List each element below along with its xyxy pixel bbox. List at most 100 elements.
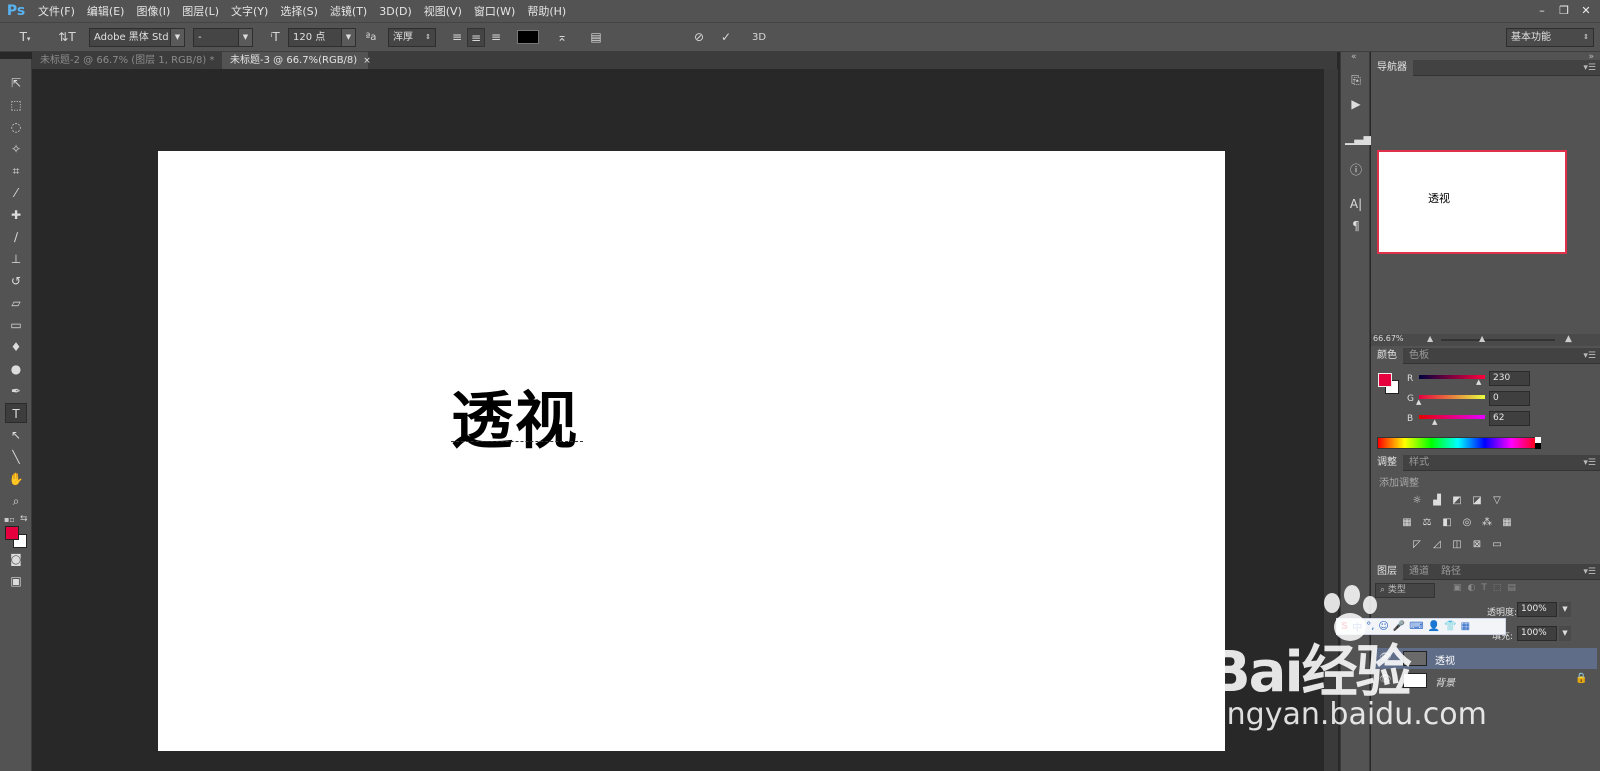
close-button[interactable]: ✕ <box>1576 3 1596 19</box>
document-canvas[interactable] <box>158 151 1225 751</box>
visibility-eye-icon[interactable]: 👁 <box>1379 674 1392 685</box>
tab-adjustments[interactable]: 调整 <box>1371 455 1403 471</box>
screen-mode-icon[interactable]: ▣ <box>5 571 27 591</box>
menu-window[interactable]: 窗口(W) <box>468 3 521 19</box>
tab-navigator[interactable]: 导航器 <box>1371 60 1413 76</box>
eraser-tool-icon[interactable]: ▱ <box>5 293 27 313</box>
levels-icon[interactable]: ▟ <box>1429 494 1445 508</box>
info-panel-icon[interactable]: ⓘ <box>1345 160 1367 180</box>
healing-brush-tool-icon[interactable]: ✚ <box>5 205 27 225</box>
layer-row-background[interactable]: 👁 背景 🔒 <box>1375 670 1597 691</box>
default-colors-icon[interactable]: ▪▫ <box>4 515 15 524</box>
channel-g-slider[interactable] <box>1419 395 1485 399</box>
type-tool-icon[interactable]: T <box>5 403 27 423</box>
photo-filter-icon[interactable]: ◎ <box>1459 516 1475 530</box>
marquee-tool-icon[interactable]: ⬚ <box>5 95 27 115</box>
channel-b-slider[interactable] <box>1419 415 1485 419</box>
ime-chinese-icon[interactable]: 中 <box>1352 619 1362 634</box>
invert-icon[interactable]: ◸ <box>1409 538 1425 552</box>
tab-swatches[interactable]: 色板 <box>1403 348 1435 364</box>
zoom-slider-thumb[interactable]: ▲ <box>1479 334 1485 343</box>
minimize-button[interactable]: – <box>1532 3 1552 19</box>
tab-layers[interactable]: 图层 <box>1371 564 1403 580</box>
visibility-eye-icon[interactable]: 👁 <box>1379 652 1392 663</box>
warp-text-icon[interactable]: ⌅ <box>553 28 571 47</box>
navigator-zoom-value[interactable]: 66.67% <box>1373 334 1404 343</box>
menu-3d[interactable]: 3D(D) <box>373 5 418 18</box>
channel-r-thumb[interactable]: ▲ <box>1476 378 1481 386</box>
navigator-thumbnail[interactable]: 透视 <box>1377 150 1567 254</box>
ime-user-icon[interactable]: 👤 <box>1428 621 1440 632</box>
layer-filter-select[interactable]: ⌕ 类型 <box>1375 583 1435 598</box>
history-panel-icon[interactable]: ⎘ <box>1345 70 1367 90</box>
pen-tool-icon[interactable]: ✒ <box>5 381 27 401</box>
hand-tool-icon[interactable]: ✋ <box>5 469 27 489</box>
ime-skin-icon[interactable]: 👕 <box>1444 621 1456 632</box>
character-panel-toggle-icon[interactable]: ▤ <box>587 28 605 47</box>
menu-layer[interactable]: 图层(L) <box>176 3 225 19</box>
font-size-select[interactable]: 120 点 ▼ <box>288 28 356 47</box>
cancel-edit-icon[interactable]: ⊘ <box>690 28 708 47</box>
layer-filter-icons[interactable]: ▣◐T⬚▤ <box>1453 583 1522 593</box>
tab-styles[interactable]: 样式 <box>1403 455 1435 471</box>
collapse-dock-icon[interactable]: « <box>1351 52 1357 62</box>
chevron-down-icon[interactable]: ▼ <box>1559 626 1571 641</box>
clone-stamp-tool-icon[interactable]: ⊥ <box>5 249 27 269</box>
vertical-scrollbar[interactable] <box>1324 69 1338 771</box>
hue-saturation-icon[interactable]: ▦ <box>1399 516 1415 530</box>
ime-keyboard-icon[interactable]: ⌨ <box>1409 621 1423 632</box>
menu-select[interactable]: 选择(S) <box>274 3 324 19</box>
actions-panel-icon[interactable]: ▶ <box>1345 94 1367 114</box>
zoom-tool-icon[interactable]: ⌕ <box>5 491 27 511</box>
brush-tool-icon[interactable]: ∕ <box>5 227 27 247</box>
history-brush-tool-icon[interactable]: ↺ <box>5 271 27 291</box>
magic-wand-tool-icon[interactable]: ✧ <box>5 139 27 159</box>
ime-voice-icon[interactable]: 🎤 <box>1393 621 1405 632</box>
channel-b-thumb[interactable]: ▲ <box>1432 418 1437 426</box>
selective-color-icon[interactable]: ⊠ <box>1469 538 1485 552</box>
gradient-map-icon[interactable]: ▭ <box>1489 538 1505 552</box>
menu-type[interactable]: 文字(Y) <box>225 3 274 19</box>
align-right-icon[interactable]: ≡ <box>488 28 504 47</box>
color-spectrum-bar[interactable] <box>1377 437 1539 449</box>
navigator-zoom-slider[interactable] <box>1441 339 1555 341</box>
type-tool-preset-icon[interactable]: T▾ <box>14 28 36 47</box>
tab-document-3[interactable]: 未标题-3 @ 66.7%(RGB/8) × <box>222 52 371 69</box>
color-balance-icon[interactable]: ⚖ <box>1419 516 1435 530</box>
align-center-icon[interactable]: ≡ <box>467 28 485 47</box>
histogram-panel-icon[interactable]: ▁▃▅ <box>1345 128 1373 148</box>
channel-g-thumb[interactable]: ▲ <box>1416 398 1421 406</box>
menu-file[interactable]: 文件(F) <box>32 3 81 19</box>
foreground-color-swatch[interactable] <box>5 526 19 540</box>
channel-g-field[interactable]: 0 <box>1489 391 1530 406</box>
vibrance-icon[interactable]: ▽ <box>1489 494 1505 508</box>
crop-tool-icon[interactable]: ⌗ <box>5 161 27 181</box>
swap-colors-icon[interactable]: ⇆ <box>20 514 28 524</box>
menu-image[interactable]: 图像(I) <box>130 3 176 19</box>
color-lookup-icon[interactable]: ▦ <box>1499 516 1515 530</box>
tab-paths[interactable]: 路径 <box>1435 564 1467 580</box>
quick-mask-icon[interactable]: ◙ <box>5 549 27 569</box>
blur-tool-icon[interactable]: ♦ <box>5 337 27 357</box>
tab-channels[interactable]: 通道 <box>1403 564 1435 580</box>
restore-button[interactable]: ❐ <box>1554 3 1574 19</box>
panel-menu-icon[interactable]: ▾☰ <box>1583 348 1596 364</box>
zoom-out-icon[interactable]: ▲ <box>1427 334 1433 343</box>
lasso-tool-icon[interactable]: ◌ <box>5 117 27 137</box>
menu-view[interactable]: 视图(V) <box>418 3 468 19</box>
canvas-text-layer[interactable]: 透视 <box>451 370 579 460</box>
menu-help[interactable]: 帮助(H) <box>521 3 572 19</box>
menu-filter[interactable]: 滤镜(T) <box>324 3 373 19</box>
toggle-text-orientation-icon[interactable]: ⇅T <box>58 28 76 47</box>
close-icon[interactable]: × <box>363 56 371 66</box>
paragraph-panel-icon[interactable]: ¶ <box>1345 216 1367 236</box>
eyedropper-tool-icon[interactable]: ⁄ <box>5 183 27 203</box>
path-selection-tool-icon[interactable]: ↖ <box>5 425 27 445</box>
move-tool-icon[interactable]: ⇱ <box>5 73 27 93</box>
text-color-swatch[interactable] <box>517 30 539 44</box>
dodge-tool-icon[interactable]: ● <box>5 359 27 379</box>
ime-tools-icon[interactable]: ▦ <box>1461 621 1470 632</box>
align-left-icon[interactable]: ≡ <box>449 28 465 47</box>
ime-punctuation-icon[interactable]: °, <box>1366 621 1374 632</box>
opacity-field[interactable]: 100% <box>1517 602 1557 617</box>
